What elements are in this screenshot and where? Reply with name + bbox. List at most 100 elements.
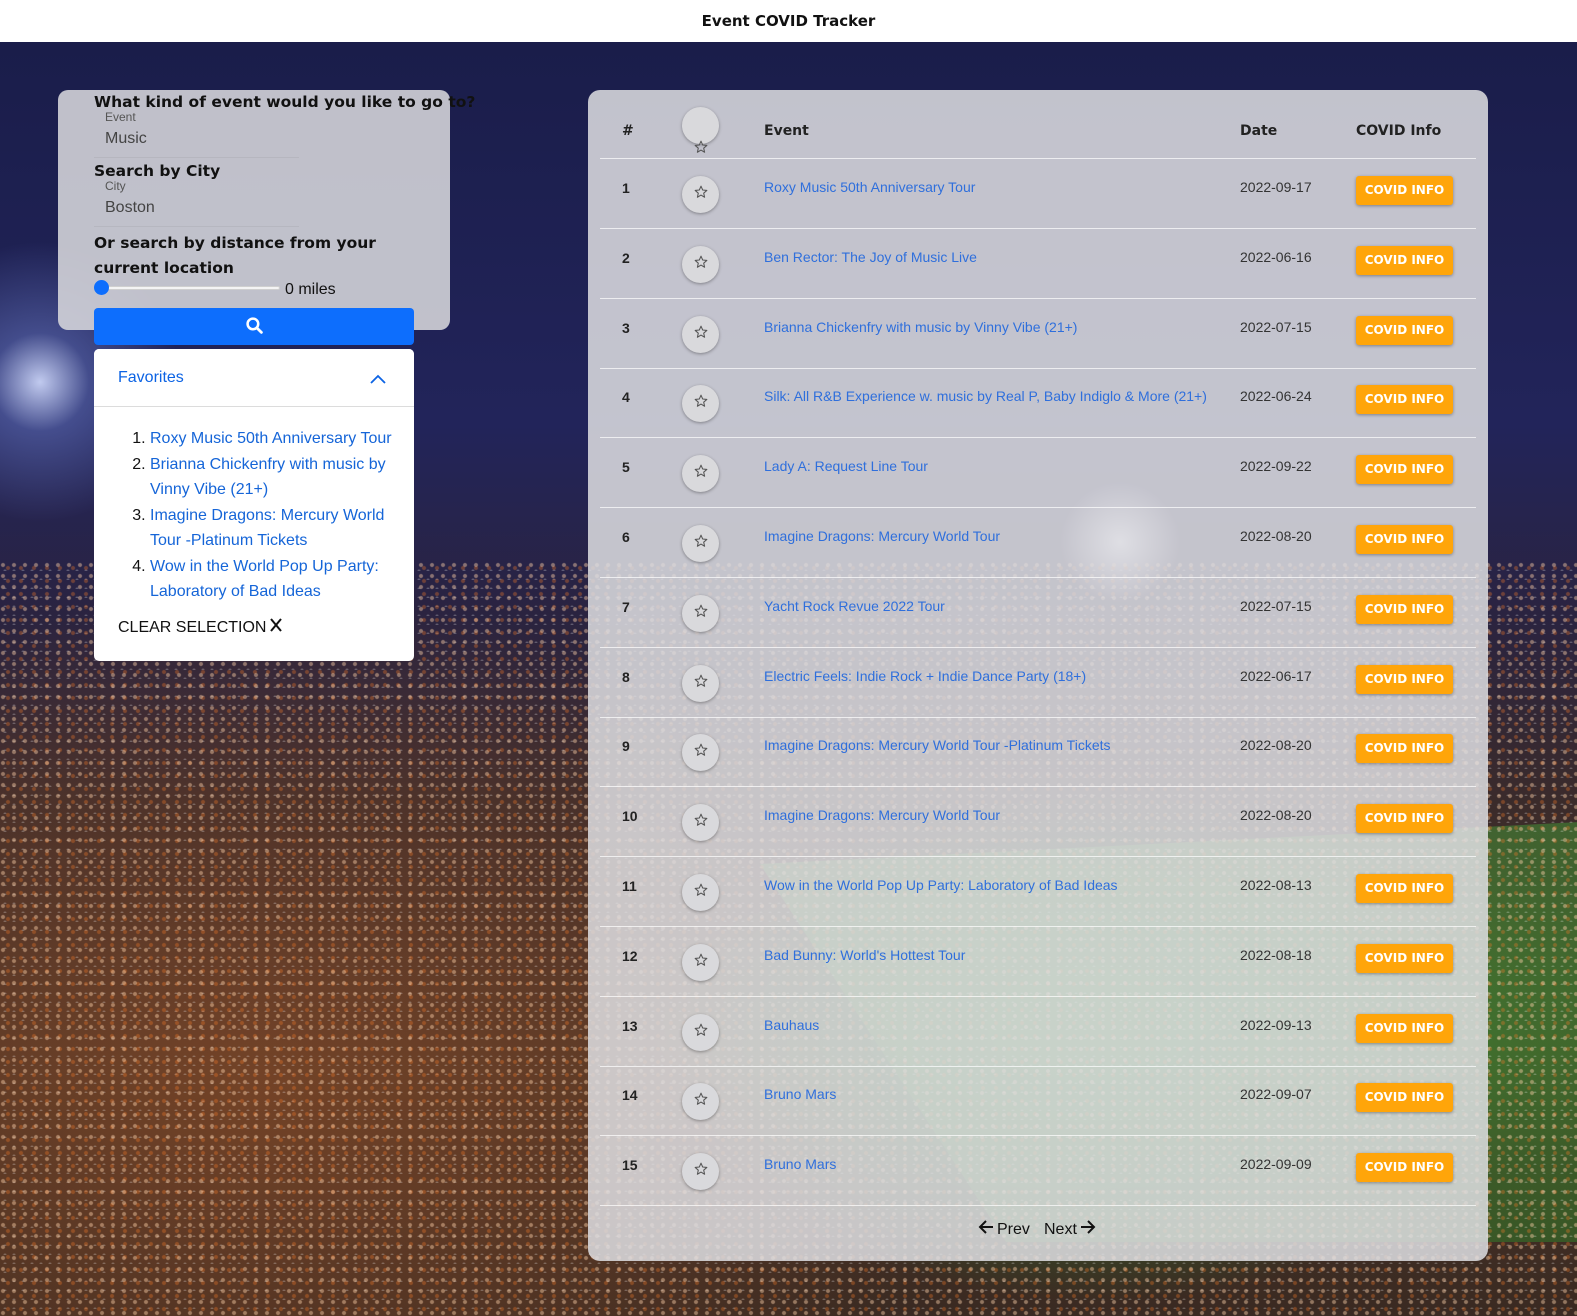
favorite-star-button[interactable] bbox=[682, 385, 719, 423]
event-date: 2022-09-17 bbox=[1240, 179, 1312, 195]
event-input[interactable] bbox=[94, 122, 299, 156]
favorites-list: Roxy Music 50th Anniversary Tour Brianna… bbox=[150, 426, 400, 605]
table-header: # Event Date COVID Info bbox=[600, 90, 1476, 159]
favorite-star-button[interactable] bbox=[682, 943, 719, 981]
event-date: 2022-09-07 bbox=[1240, 1086, 1312, 1103]
favorite-star-button[interactable] bbox=[682, 804, 719, 842]
row-number: 8 bbox=[622, 668, 630, 685]
favorite-link[interactable]: Wow in the World Pop Up Party: Laborator… bbox=[150, 558, 379, 600]
event-link[interactable]: Wow in the World Pop Up Party: Laborator… bbox=[764, 877, 1118, 893]
covid-info-button[interactable]: COVID INFO bbox=[1356, 525, 1453, 554]
event-date: 2022-08-18 bbox=[1240, 946, 1312, 963]
favorite-star-button[interactable] bbox=[682, 176, 719, 213]
city-field[interactable]: City bbox=[94, 179, 299, 227]
covid-info-button[interactable]: COVID INFO bbox=[1356, 734, 1453, 764]
event-link[interactable]: Imagine Dragons: Mercury World Tour -Pla… bbox=[764, 737, 1111, 753]
favorite-star-button[interactable] bbox=[682, 525, 719, 562]
row-number: 14 bbox=[622, 1087, 638, 1104]
favorite-link[interactable]: Brianna Chickenfry with music by Vinny V… bbox=[150, 456, 386, 498]
row-number: 13 bbox=[622, 1017, 638, 1034]
star-icon bbox=[694, 325, 708, 344]
distance-slider-thumb[interactable] bbox=[94, 280, 109, 295]
event-link[interactable]: Roxy Music 50th Anniversary Tour bbox=[764, 179, 975, 195]
covid-info-button[interactable]: COVID INFO bbox=[1356, 804, 1453, 834]
row-number: 6 bbox=[622, 529, 630, 545]
event-link[interactable]: Imagine Dragons: Mercury World Tour bbox=[764, 807, 1000, 823]
list-item: Wow in the World Pop Up Party: Laborator… bbox=[150, 554, 400, 604]
clear-selection-button[interactable]: CLEAR SELECTION bbox=[118, 617, 284, 638]
event-date: 2022-09-09 bbox=[1240, 1156, 1312, 1173]
city-input[interactable] bbox=[94, 191, 299, 225]
event-link[interactable]: Lady A: Request Line Tour bbox=[764, 458, 928, 474]
favorite-star-button[interactable] bbox=[682, 1083, 719, 1121]
covid-info-button[interactable]: COVID INFO bbox=[1356, 455, 1453, 485]
chevron-up-icon[interactable] bbox=[368, 369, 388, 394]
event-link[interactable]: Bruno Mars bbox=[764, 1156, 836, 1172]
event-link[interactable]: Ben Rector: The Joy of Music Live bbox=[764, 249, 977, 265]
favorite-star-button[interactable] bbox=[682, 455, 719, 493]
favorite-star-button[interactable] bbox=[682, 734, 719, 772]
covid-info-button[interactable]: COVID INFO bbox=[1356, 1083, 1453, 1113]
star-icon bbox=[694, 674, 708, 693]
event-date: 2022-08-20 bbox=[1240, 737, 1312, 754]
prev-button[interactable]: Prev bbox=[978, 1220, 1030, 1239]
covid-info-button[interactable]: COVID INFO bbox=[1356, 1153, 1453, 1183]
event-link[interactable]: Silk: All R&B Experience w. music by Rea… bbox=[764, 388, 1207, 404]
favorite-star-button[interactable] bbox=[682, 1153, 719, 1191]
favorite-star-button[interactable] bbox=[682, 664, 719, 702]
event-link[interactable]: Yacht Rock Revue 2022 Tour bbox=[764, 598, 945, 614]
next-button[interactable]: Next bbox=[1044, 1220, 1096, 1239]
table-row: 6 Imagine Dragons: Mercury World Tour 2022… bbox=[600, 508, 1476, 578]
table-row: 7 Yacht Rock Revue 2022 Tour 2022-07-15 COV… bbox=[600, 578, 1476, 648]
arrow-left-icon bbox=[978, 1220, 994, 1239]
distance-slider[interactable] bbox=[100, 286, 280, 290]
prev-label: Prev bbox=[997, 1220, 1030, 1238]
covid-info-button[interactable]: COVID INFO bbox=[1356, 385, 1453, 415]
event-link[interactable]: Electric Feels: Indie Rock + Indie Dance… bbox=[764, 668, 1086, 684]
favorite-star-button[interactable] bbox=[682, 245, 719, 283]
row-number: 15 bbox=[622, 1157, 638, 1174]
header-event: Event bbox=[764, 123, 809, 139]
row-number: 2 bbox=[622, 249, 630, 266]
row-number: 1 bbox=[622, 180, 630, 196]
favorite-star-button[interactable] bbox=[682, 874, 719, 911]
favorite-link[interactable]: Roxy Music 50th Anniversary Tour bbox=[150, 430, 392, 447]
covid-info-button[interactable]: COVID INFO bbox=[1356, 315, 1453, 345]
search-button[interactable] bbox=[94, 308, 414, 345]
covid-info-button[interactable]: COVID INFO bbox=[1356, 594, 1453, 624]
table-row: 3 Brianna Chickenfry with music by Vinny … bbox=[600, 299, 1476, 369]
star-icon bbox=[694, 185, 708, 204]
star-icon bbox=[694, 953, 708, 972]
star-icon bbox=[694, 813, 708, 832]
event-date: 2022-09-13 bbox=[1240, 1016, 1312, 1033]
event-link[interactable]: Bad Bunny: World's Hottest Tour bbox=[764, 947, 965, 963]
favorites-title: Favorites bbox=[118, 369, 184, 386]
event-question: What kind of event would you like to go … bbox=[94, 93, 476, 111]
event-link[interactable]: Bruno Mars bbox=[764, 1086, 836, 1102]
event-link[interactable]: Bauhaus bbox=[764, 1017, 819, 1033]
covid-info-button[interactable]: COVID INFO bbox=[1356, 664, 1453, 694]
event-field[interactable]: Event bbox=[94, 110, 299, 158]
star-icon bbox=[694, 1023, 708, 1042]
header-covid: COVID Info bbox=[1356, 123, 1442, 139]
row-number: 5 bbox=[622, 459, 630, 476]
covid-info-button[interactable]: COVID INFO bbox=[1356, 874, 1453, 903]
table-row: 13 Bauhaus 2022-09-13 COVID INFO bbox=[600, 997, 1476, 1067]
covid-info-button[interactable]: COVID INFO bbox=[1356, 943, 1453, 973]
covid-info-button[interactable]: COVID INFO bbox=[1356, 176, 1453, 205]
star-icon bbox=[694, 140, 708, 158]
favorite-star-button[interactable] bbox=[682, 315, 719, 353]
event-date: 2022-07-15 bbox=[1240, 597, 1312, 614]
event-link[interactable]: Imagine Dragons: Mercury World Tour bbox=[764, 528, 1000, 544]
list-item: Roxy Music 50th Anniversary Tour bbox=[150, 426, 400, 451]
table-row: 1 Roxy Music 50th Anniversary Tour 2022-09… bbox=[600, 159, 1476, 229]
covid-info-button[interactable]: COVID INFO bbox=[1356, 245, 1453, 275]
favorite-link[interactable]: Imagine Dragons: Mercury World Tour -Pla… bbox=[150, 507, 384, 549]
favorite-star-button[interactable] bbox=[682, 594, 719, 632]
favorite-all-button[interactable] bbox=[682, 107, 719, 153]
favorites-header[interactable]: Favorites bbox=[94, 349, 414, 407]
event-link[interactable]: Brianna Chickenfry with music by Vinny V… bbox=[764, 319, 1077, 335]
favorite-star-button[interactable] bbox=[682, 1013, 719, 1051]
events-table: # Event Date COVID Info 1 Roxy Music 50th… bbox=[588, 90, 1488, 1261]
covid-info-button[interactable]: COVID INFO bbox=[1356, 1013, 1453, 1043]
